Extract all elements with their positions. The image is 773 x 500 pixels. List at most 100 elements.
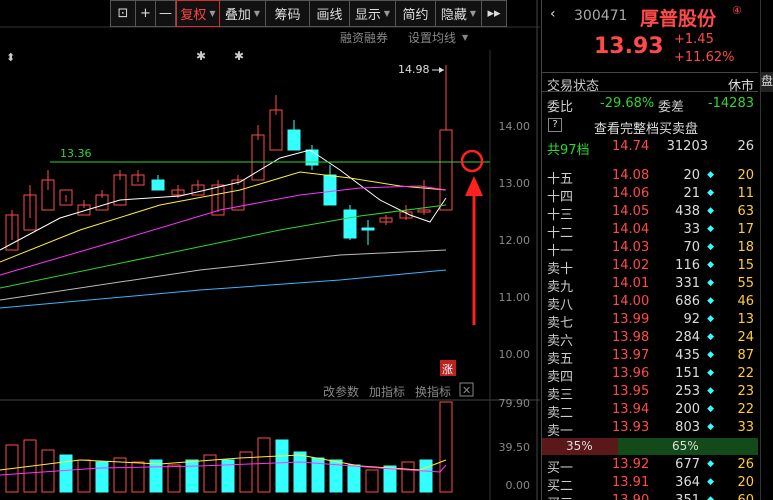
order-count: 17 [737,222,754,237]
price-axis-label: 13.00 [498,177,531,190]
stock-badge: ④ [732,4,742,17]
order-count: 33 [737,420,754,435]
total-price: 14.74 [612,139,650,154]
price-axis-label: 14.00 [498,120,531,133]
chip-button[interactable]: 筹码 [266,0,310,27]
expand-icon[interactable]: ▸▸ [482,0,507,27]
ask-row[interactable]: 卖七 13.99 92 13 ◆ [542,311,758,331]
price-axis-label: 12.00 [498,234,531,247]
edit-params-button[interactable]: 改参数 [323,383,359,400]
full-book-link[interactable]: 查看完整档买卖盘 [594,118,698,137]
zhang-badge-text: 涨 [442,363,453,376]
volume-bar [77,459,91,493]
lock-icon[interactable]: ⊡ [110,0,136,27]
plus-icon[interactable]: + [136,0,156,27]
diamond-icon: ◆ [707,495,714,500]
high-arrow-head [439,67,444,73]
volume-bar [439,401,453,493]
ask-row[interactable]: 卖一 13.93 803 33 ◆ [542,419,758,439]
add-indicator-button[interactable]: 加指标 [369,383,405,400]
buy-ratio: 35% [566,439,593,453]
side-strip: 盘 [760,0,773,500]
candle-body [323,174,337,206]
draw-line-button[interactable]: 画线 [310,0,350,27]
order-price: 14.00 [612,294,650,309]
total-levels-row: 共97档 14.74 31203 26 [542,138,758,158]
wb-label: 委比 [547,100,574,115]
pan-tab[interactable]: 盘 [761,72,773,92]
order-volume: 151 [675,366,700,381]
volume-bar [347,464,361,493]
volume-bar [59,454,73,493]
wc-value: -14283 [707,96,754,111]
order-price: 14.03 [612,240,650,255]
minus-icon[interactable]: — [156,0,176,27]
ma-line-label: 13.36 [60,147,92,160]
ask-row[interactable]: 卖六 13.98 284 24 ◆ [542,329,758,349]
order-count: 18 [737,240,754,255]
hide-button[interactable]: 隐藏 ▼ [436,0,482,27]
ma-settings-link[interactable]: 设置均线 [408,29,456,46]
order-volume: 200 [675,402,700,417]
fuquan-button[interactable]: 复权 ▼ [176,0,220,27]
quote-panel: ‹ 300471 厚普股份 ④ 13.93 +1.45 +11.62% 交易状态… [541,0,758,500]
order-price: 14.05 [612,204,650,219]
bid-row[interactable]: 买三 13.90 351 60 ◆ [542,492,758,500]
overlay-button[interactable]: 叠加 ▼ [220,0,266,27]
order-price: 14.02 [612,258,650,273]
diamond-icon: ◆ [707,332,714,342]
highlight-circle [460,149,484,173]
switch-indicator-button[interactable]: 换指标 [415,383,451,400]
order-count: 23 [737,384,754,399]
bid-row[interactable]: 买一 13.92 677 26 ◆ [542,456,758,476]
ask-row[interactable]: 卖五 13.97 435 87 ◆ [542,347,758,367]
ask-row[interactable]: 卖十 14.02 116 15 ◆ [542,257,758,277]
order-count: 24 [737,330,754,345]
order-price: 13.91 [612,475,650,490]
margin-trading-link[interactable]: 融资融券 [340,29,388,46]
ask-row[interactable]: 卖四 13.96 151 22 ◆ [542,365,758,385]
order-count: 26 [737,457,754,472]
ask-row[interactable]: 十一 14.03 70 18 ◆ [542,239,758,259]
order-volume: 284 [675,330,700,345]
help-icon[interactable]: ? [548,118,562,132]
ask-row[interactable]: 卖二 13.94 200 22 ◆ [542,401,758,421]
kline-chart: 13.36 14.98 涨 ⬍ ✱ ✱ ✕ [0,0,540,500]
ma-line [0,249,447,301]
order-price: 13.95 [612,384,650,399]
order-price: 13.94 [612,402,650,417]
diamond-icon: ◆ [707,314,714,324]
bid-row[interactable]: 买二 13.91 364 20 ◆ [542,474,758,494]
ask-row[interactable]: 十四 14.06 21 11 ◆ [542,185,758,205]
volume-bar [185,459,199,493]
stock-code: 300471 [574,8,628,24]
volume-bar [167,464,181,493]
ask-row[interactable]: 十二 14.04 33 17 ◆ [542,221,758,241]
back-icon[interactable]: ‹ [550,6,556,22]
volume-bar [383,465,397,493]
diamond-icon: ◆ [707,170,714,180]
order-count: 15 [737,258,754,273]
simple-button[interactable]: 简约 [396,0,436,27]
order-volume: 438 [675,204,700,219]
volume-bar [293,451,307,493]
candle-body [287,129,301,151]
display-button[interactable]: 显示 ▼ [350,0,396,27]
order-count: 46 [737,294,754,309]
ask-row[interactable]: 十五 14.08 20 20 ◆ [542,167,758,187]
volume-axis-label: 39.50 [498,441,531,454]
chart-toolbar: ⊡ + — 复权 ▼ 叠加 ▼ 筹码 画线 显示 ▼ 简约 隐藏 ▼ ▸▸ [110,0,507,27]
diamond-icon: ◆ [707,188,714,198]
ask-row[interactable]: 卖九 14.01 331 55 ◆ [542,275,758,295]
full-book-row[interactable]: ? 查看完整档买卖盘 [542,117,758,137]
price-change: +1.45 [674,32,714,47]
order-volume: 253 [675,384,700,399]
ask-row[interactable]: 卖八 14.00 686 46 ◆ [542,293,758,313]
order-price: 13.90 [612,493,649,500]
chevron-down-icon[interactable]: ▼ [462,33,468,42]
total-levels-label: 共97档 [547,143,590,158]
ask-row[interactable]: 卖三 13.95 253 23 ◆ [542,383,758,403]
market-closed-label: 休市 [727,79,754,94]
ask-row[interactable]: 十三 14.05 438 63 ◆ [542,203,758,223]
order-volume: 21 [683,186,700,201]
